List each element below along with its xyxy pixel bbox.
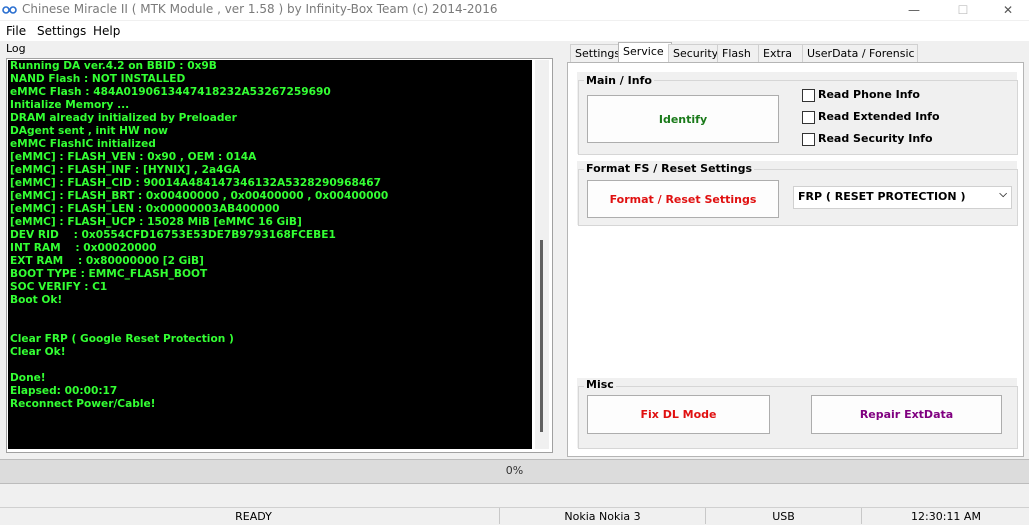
tab-service[interactable]: Service	[618, 42, 672, 63]
format-fs-title: Format FS / Reset Settings	[584, 162, 755, 175]
checkbox-box[interactable]	[802, 111, 815, 124]
log-line: Elapsed: 00:00:17	[10, 385, 118, 397]
chevron-down-icon: ⌵	[999, 189, 1007, 200]
status-port: USB	[705, 508, 861, 524]
log-line: [eMMC] : FLASH_CID : 90014A484147346132A…	[10, 177, 381, 189]
log-line: [eMMC] : FLASH_LEN : 0x00000003AB400000	[10, 203, 280, 215]
log-line: Boot Ok!	[10, 294, 63, 306]
log-line: eMMC Flash : 484A0190613447418232A532672…	[10, 86, 331, 98]
repair-extdata-button[interactable]: Repair ExtData	[811, 395, 1002, 434]
menu-settings[interactable]: Settings	[37, 24, 86, 38]
info-strip	[0, 484, 1029, 506]
identify-button[interactable]: Identify	[587, 95, 779, 143]
menu-bar: File Settings Help	[0, 21, 1029, 41]
close-button[interactable]: ✕	[985, 0, 1029, 20]
log-line: DEV RID : 0x0554CFD16753E53DE7B9793168FC…	[10, 229, 336, 241]
frp-select[interactable]: FRP ( RESET PROTECTION ) ⌵	[793, 186, 1012, 209]
tab-settings[interactable]: Settings	[570, 44, 620, 63]
log-line: INT RAM : 0x00020000	[10, 242, 157, 254]
status-device: Nokia Nokia 3	[499, 508, 705, 524]
checkbox-box[interactable]	[802, 133, 815, 146]
log-line: EXT RAM : 0x80000000 [2 GiB]	[10, 255, 204, 267]
menu-file[interactable]: File	[6, 24, 26, 38]
progress-text: 0%	[505, 464, 524, 477]
log-line: BOOT TYPE : EMMC_FLASH_BOOT	[10, 268, 208, 280]
maximize-button[interactable]: ☐	[940, 0, 986, 20]
status-time: 12:30:11 AM	[861, 508, 1029, 524]
log-line: [eMMC] : FLASH_BRT : 0x00400000 , 0x0040…	[10, 190, 389, 202]
frp-select-value: FRP ( RESET PROTECTION )	[798, 190, 966, 203]
format-reset-button[interactable]: Format / Reset Settings	[587, 180, 779, 218]
status-bar: READY Nokia Nokia 3 USB 12:30:11 AM	[0, 507, 1029, 524]
misc-title: Misc	[584, 378, 616, 391]
log-line: DAgent sent , init HW now	[10, 125, 168, 137]
log-line: Clear FRP ( Google Reset Protection )	[10, 333, 234, 345]
tab-extra[interactable]: Extra	[758, 44, 804, 63]
log-line: Running DA ver.4.2 on BBID : 0x9B	[10, 60, 217, 72]
log-line: [eMMC] : FLASH_UCP : 15028 MiB [eMMC 16 …	[10, 216, 302, 228]
log-line: eMMC FlashIC initialized	[10, 138, 156, 150]
log-line: DRAM already initialized by Preloader	[10, 112, 237, 124]
fix-dl-mode-button[interactable]: Fix DL Mode	[587, 395, 770, 434]
log-line: Clear Ok!	[10, 346, 66, 358]
minimize-button[interactable]: —	[891, 0, 937, 20]
log-line: Reconnect Power/Cable!	[10, 398, 156, 410]
log-line: [eMMC] : FLASH_INF : [HYNIX] , 2a4GA	[10, 164, 241, 176]
title-bar: Chinese Miracle II ( MTK Module , ver 1.…	[0, 0, 1029, 20]
log-line: [eMMC] : FLASH_VEN : 0x90 , OEM : 014A	[10, 151, 257, 163]
tab-flash[interactable]: Flash	[717, 44, 759, 63]
log-line: Done!	[10, 372, 46, 384]
log-line: SOC VERIFY : C1	[10, 281, 108, 293]
log-line: Initialize Memory ...	[10, 99, 130, 111]
checkbox-label: Read Phone Info	[818, 88, 920, 101]
checkbox-label: Read Security Info	[818, 132, 933, 145]
menu-help[interactable]: Help	[93, 24, 120, 38]
status-cell-empty	[0, 508, 8, 524]
log-label: Log	[6, 42, 26, 55]
log-output[interactable]: Running DA ver.4.2 on BBID : 0x9B NAND Fl…	[8, 60, 532, 449]
status-state: READY	[235, 510, 272, 523]
log-scrollbar-thumb[interactable]	[540, 240, 543, 432]
window-title: Chinese Miracle II ( MTK Module , ver 1.…	[22, 2, 498, 16]
tab-security[interactable]: Security	[668, 44, 720, 63]
main-info-title: Main / Info	[584, 74, 654, 87]
infinity-logo-icon	[2, 6, 17, 14]
checkbox-box[interactable]	[802, 89, 815, 102]
log-line: NAND Flash : NOT INSTALLED	[10, 73, 186, 85]
tab-userdata-forensic[interactable]: UserData / Forensic	[802, 44, 918, 63]
checkbox-label: Read Extended Info	[818, 110, 940, 123]
progress-bar: 0%	[0, 459, 1029, 484]
